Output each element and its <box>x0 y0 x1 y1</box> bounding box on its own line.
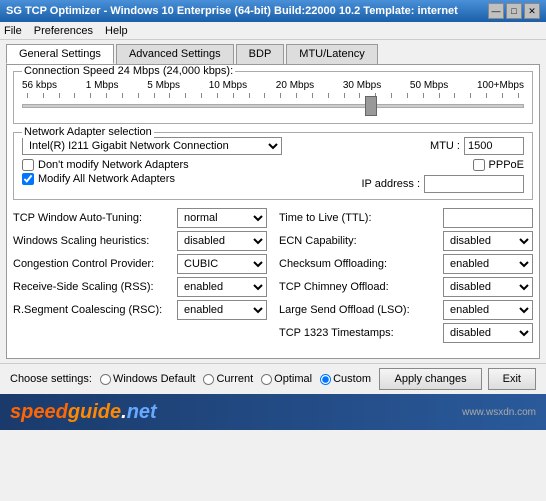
modify-all-checkbox[interactable] <box>22 173 34 185</box>
setting-ecn: ECN Capability: disabledenabled <box>279 231 533 251</box>
radio-optimal-input[interactable] <box>261 374 272 385</box>
settings-grid: TCP Window Auto-Tuning: normaldisabledre… <box>13 208 533 346</box>
window-controls: — □ ✕ <box>488 3 540 19</box>
setting-tcp-window: TCP Window Auto-Tuning: normaldisabledre… <box>13 208 267 228</box>
speed-slider[interactable] <box>22 98 524 114</box>
ecn-select[interactable]: disabledenabled <box>443 231 533 251</box>
radio-group: Windows Default Current Optimal Custom <box>100 373 371 385</box>
ip-input[interactable] <box>424 175 524 193</box>
radio-optimal[interactable]: Optimal <box>261 373 312 385</box>
ttl-input[interactable] <box>443 208 533 228</box>
menu-preferences[interactable]: Preferences <box>34 25 93 37</box>
title-bar: SG TCP Optimizer - Windows 10 Enterprise… <box>0 0 546 22</box>
setting-lso: Large Send Offload (LSO): enableddisable… <box>279 300 533 320</box>
checkbox-modify-all: Modify All Network Adapters <box>22 173 282 185</box>
exit-button[interactable]: Exit <box>488 368 536 390</box>
connection-speed-section: Connection Speed 24 Mbps (24,000 kbps): … <box>13 71 533 124</box>
logo-speed: speed <box>10 401 68 424</box>
checksum-select[interactable]: enableddisabled <box>443 254 533 274</box>
mtu-input[interactable] <box>464 137 524 155</box>
setting-congestion: Congestion Control Provider: CUBICCTCPde… <box>13 254 267 274</box>
mtu-label: MTU : <box>430 140 460 152</box>
radio-custom-input[interactable] <box>320 374 331 385</box>
setting-scaling-heuristics: Windows Scaling heuristics: disabledenab… <box>13 231 267 251</box>
adapter-select[interactable]: Intel(R) I211 Gigabit Network Connection <box>22 137 282 155</box>
menu-help[interactable]: Help <box>105 25 128 37</box>
rsc-select[interactable]: enableddisabled <box>177 300 267 320</box>
timestamps-select[interactable]: disabledenabled <box>443 323 533 343</box>
tab-bdp[interactable]: BDP <box>236 44 285 64</box>
tcp-window-select[interactable]: normaldisabledrestrictedexperimental <box>177 208 267 228</box>
tab-row: General Settings Advanced Settings BDP M… <box>0 40 546 64</box>
connection-speed-label: Connection Speed 24 Mbps (24,000 kbps): <box>22 65 235 77</box>
radio-current[interactable]: Current <box>203 373 253 385</box>
menu-bar: File Preferences Help <box>0 22 546 40</box>
setting-chimney: TCP Chimney Offload: disabledenabled <box>279 277 533 297</box>
pppoe-label: PPPoE <box>489 159 524 171</box>
choose-settings: Choose settings: Windows Default Current… <box>10 373 371 385</box>
minimize-button[interactable]: — <box>488 3 504 19</box>
radio-current-input[interactable] <box>203 374 214 385</box>
pppoe-checkbox[interactable] <box>473 159 485 171</box>
radio-custom[interactable]: Custom <box>320 373 371 385</box>
radio-windows-default-input[interactable] <box>100 374 111 385</box>
setting-timestamps: TCP 1323 Timestamps: disabledenabled <box>279 323 533 343</box>
lso-select[interactable]: enableddisabled <box>443 300 533 320</box>
maximize-button[interactable]: □ <box>506 3 522 19</box>
radio-windows-default[interactable]: Windows Default <box>100 373 196 385</box>
congestion-select[interactable]: CUBICCTCPdefault <box>177 254 267 274</box>
left-settings: TCP Window Auto-Tuning: normaldisabledre… <box>13 208 267 346</box>
setting-rsc: R.Segment Coalescing (RSC): enableddisab… <box>13 300 267 320</box>
speed-labels: 56 kbps 1 Mbps 5 Mbps 10 Mbps 20 Mbps 30… <box>22 80 524 91</box>
setting-ttl: Time to Live (TTL): <box>279 208 533 228</box>
bottom-bar: Choose settings: Windows Default Current… <box>0 363 546 394</box>
right-settings: Time to Live (TTL): ECN Capability: disa… <box>279 208 533 346</box>
network-adapter-section: Network Adapter selection Intel(R) I211 … <box>13 132 533 200</box>
rss-select[interactable]: enableddisabled <box>177 277 267 297</box>
scaling-heuristics-select[interactable]: disabledenabled <box>177 231 267 251</box>
setting-checksum: Checksum Offloading: enableddisabled <box>279 254 533 274</box>
chimney-select[interactable]: disabledenabled <box>443 277 533 297</box>
main-content: Connection Speed 24 Mbps (24,000 kbps): … <box>6 64 540 359</box>
adapter-section-label: Network Adapter selection <box>22 126 154 138</box>
title-text: SG TCP Optimizer - Windows 10 Enterprise… <box>6 5 458 17</box>
adapter-row: Intel(R) I211 Gigabit Network Connection <box>22 137 282 155</box>
apply-button[interactable]: Apply changes <box>379 368 481 390</box>
logo-bar: speed guide . net www.wsxdn.com <box>0 394 546 430</box>
logo: speed guide . net <box>10 401 157 424</box>
logo-net: net <box>127 401 157 424</box>
close-button[interactable]: ✕ <box>524 3 540 19</box>
choose-settings-label: Choose settings: <box>10 373 92 385</box>
checkbox-dont-modify: Don't modify Network Adapters <box>22 159 282 171</box>
tab-advanced-settings[interactable]: Advanced Settings <box>116 44 234 64</box>
logo-guide: guide <box>68 401 121 424</box>
menu-file[interactable]: File <box>4 25 22 37</box>
tab-general-settings[interactable]: General Settings <box>6 44 114 64</box>
watermark: www.wsxdn.com <box>462 407 536 418</box>
tab-mtu-latency[interactable]: MTU/Latency <box>286 44 377 64</box>
setting-rss: Receive-Side Scaling (RSS): enableddisab… <box>13 277 267 297</box>
dont-modify-checkbox[interactable] <box>22 159 34 171</box>
ip-label: IP address : <box>362 178 421 190</box>
